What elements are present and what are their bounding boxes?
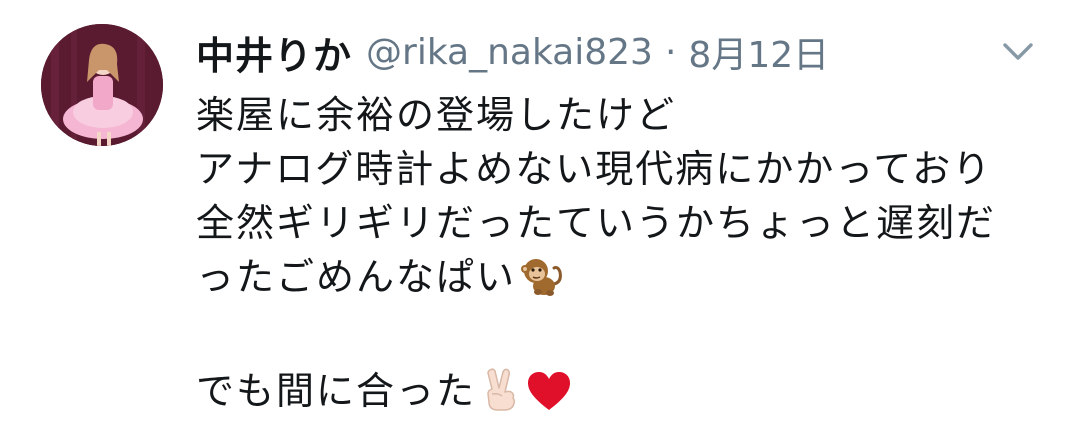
- author-name[interactable]: 中井りか: [196, 25, 352, 80]
- tweet-line: でも間に合った: [196, 369, 477, 413]
- author-handle[interactable]: @rika_nakai823: [366, 32, 653, 73]
- tweet-date[interactable]: 8月12日: [688, 26, 829, 78]
- separator-dot: ·: [664, 31, 677, 73]
- tweet-line: ったごめんなぱい: [196, 255, 517, 299]
- red-heart-icon: [526, 370, 572, 412]
- tweet-line: 楽屋に余裕の登場したけど: [196, 93, 677, 137]
- tweet-line-with-emoji: でも間に合った: [196, 364, 1056, 418]
- tweet-line-with-emoji: ったごめんなぱい: [196, 250, 1056, 304]
- tweet-line: 全然ギリギリだったていうかちょっと遅刻だ: [196, 201, 997, 245]
- avatar[interactable]: [41, 24, 163, 146]
- chevron-down-icon[interactable]: [1000, 36, 1036, 66]
- avatar-image: [41, 24, 163, 146]
- tweet-text: 楽屋に余裕の登場したけど アナログ時計よめない現代病にかかっており 全然ギリギリ…: [196, 88, 1056, 418]
- tweet-card[interactable]: 中井りか @rika_nakai823 · 8月12日 楽屋に余裕の登場したけど…: [0, 0, 1080, 434]
- tweet-header: 中井りか @rika_nakai823 · 8月12日: [196, 24, 829, 80]
- victory-hand-icon: [480, 366, 522, 412]
- monkey-emoji-icon: [520, 254, 564, 298]
- tweet-line: アナログ時計よめない現代病にかかっており: [196, 147, 993, 191]
